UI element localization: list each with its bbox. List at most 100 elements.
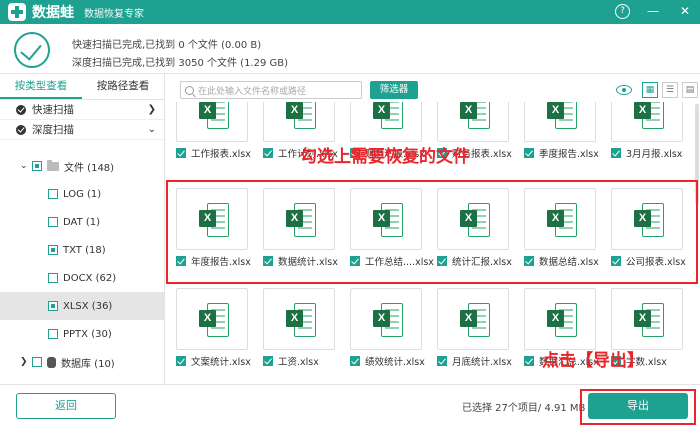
file-checkbox[interactable] bbox=[263, 356, 273, 366]
logo-icon bbox=[8, 3, 26, 21]
tab-by-type[interactable]: 按类型查看 bbox=[0, 74, 82, 99]
quick-scan-label: 快速扫描 bbox=[32, 104, 74, 116]
file-checkbox[interactable] bbox=[350, 356, 360, 366]
tab-by-path[interactable]: 按路径查看 bbox=[82, 74, 164, 99]
filter-button[interactable]: 筛选器 bbox=[370, 81, 418, 99]
file-item[interactable]: X 工资.xlsx bbox=[263, 288, 349, 368]
log-checkbox[interactable] bbox=[48, 189, 58, 199]
database-checkbox[interactable] bbox=[32, 357, 42, 367]
eye-icon[interactable] bbox=[616, 85, 632, 95]
deep-scan-label: 深度扫描 bbox=[32, 124, 74, 136]
tree-node-docx[interactable]: DOCX (62) bbox=[0, 264, 164, 292]
file-thumbnail[interactable]: X bbox=[350, 102, 422, 142]
check-icon bbox=[16, 124, 26, 135]
app-logo: 数据蛙 数据恢复专家 bbox=[8, 2, 144, 22]
chevron-down-icon[interactable]: ⌄ bbox=[148, 124, 156, 135]
tree-node-files[interactable]: ⌄ 文件 (148) bbox=[0, 152, 164, 180]
tree-node-xlsx[interactable]: XLSX (36) bbox=[0, 292, 164, 320]
chevron-right-icon[interactable]: ❯ bbox=[148, 104, 156, 115]
deep-scan-row[interactable]: 深度扫描 ⌄ bbox=[0, 120, 164, 140]
file-name: 月底统计.xlsx bbox=[452, 357, 512, 368]
tree-node-txt[interactable]: TXT (18) bbox=[0, 236, 164, 264]
file-item[interactable]: X 季度报告.xlsx bbox=[524, 102, 610, 160]
file-thumbnail[interactable]: X bbox=[176, 102, 248, 142]
excel-file-icon: X bbox=[286, 303, 316, 337]
file-item[interactable]: X 文案统计.xlsx bbox=[176, 288, 262, 368]
close-icon[interactable]: ✕ bbox=[676, 2, 694, 20]
folder-icon bbox=[47, 159, 59, 171]
file-item[interactable]: X 工作报表.xlsx bbox=[176, 102, 262, 160]
file-name: 绩效统计.xlsx bbox=[365, 357, 425, 368]
file-checkbox[interactable] bbox=[176, 148, 186, 158]
excel-file-icon: X bbox=[373, 303, 403, 337]
search-icon bbox=[185, 85, 194, 95]
scan-status: 快速扫描已完成,已找到 0 个文件 (0.00 B) 深度扫描已完成,已找到 3… bbox=[0, 24, 700, 74]
tree-label: DAT (1) bbox=[63, 216, 101, 228]
file-name: 工作报表.xlsx bbox=[191, 149, 251, 160]
deep-scan-status: 深度扫描已完成,已找到 3050 个文件 (1.29 GB) bbox=[72, 58, 289, 69]
file-name: 3月月报.xlsx bbox=[626, 149, 683, 160]
docx-checkbox[interactable] bbox=[48, 273, 58, 283]
help-icon[interactable]: ? bbox=[615, 3, 630, 19]
quick-scan-status: 快速扫描已完成,已找到 0 个文件 (0.00 B) bbox=[72, 40, 262, 51]
tree-node-pptx[interactable]: PPTX (30) bbox=[0, 320, 164, 348]
file-checkbox[interactable] bbox=[437, 356, 447, 366]
database-icon bbox=[47, 356, 56, 368]
quick-scan-row[interactable]: 快速扫描 ❯ bbox=[0, 100, 164, 120]
pptx-checkbox[interactable] bbox=[48, 329, 58, 339]
file-thumbnail[interactable]: X bbox=[437, 102, 509, 142]
expand-arrow-icon[interactable]: ❯ bbox=[20, 357, 32, 367]
dat-checkbox[interactable] bbox=[48, 217, 58, 227]
tree-node-dat[interactable]: DAT (1) bbox=[0, 208, 164, 236]
file-checkbox[interactable] bbox=[524, 356, 534, 366]
list-view-icon[interactable]: ☰ bbox=[662, 82, 678, 98]
file-thumbnail[interactable]: X bbox=[611, 288, 683, 350]
file-thumbnail[interactable]: X bbox=[263, 288, 335, 350]
file-checkbox[interactable] bbox=[263, 148, 273, 158]
file-item[interactable]: X 月底统计.xlsx bbox=[437, 288, 523, 368]
selected-files-highlight bbox=[166, 180, 698, 284]
excel-file-icon: X bbox=[199, 102, 229, 129]
file-toolbar: 在此处输入文件名称或路径 筛选器 ▦ ☰ ▤ bbox=[166, 78, 700, 102]
tree-label: XLSX (36) bbox=[63, 300, 113, 312]
excel-file-icon: X bbox=[634, 102, 664, 129]
excel-file-icon: X bbox=[634, 303, 664, 337]
file-thumbnail[interactable]: X bbox=[524, 288, 596, 350]
file-thumbnail[interactable]: X bbox=[263, 102, 335, 142]
file-thumbnail[interactable]: X bbox=[350, 288, 422, 350]
detail-view-icon[interactable]: ▤ bbox=[682, 82, 698, 98]
file-thumbnail[interactable]: X bbox=[176, 288, 248, 350]
tree-node-database[interactable]: ❯ 数据库 (10) bbox=[0, 348, 164, 376]
file-item[interactable]: X 3月月报.xlsx bbox=[611, 102, 697, 160]
file-thumbnail[interactable]: X bbox=[437, 288, 509, 350]
file-thumbnail[interactable]: X bbox=[524, 102, 596, 142]
excel-file-icon: X bbox=[460, 303, 490, 337]
grid-view-icon[interactable]: ▦ bbox=[642, 82, 658, 98]
minimize-icon[interactable]: — bbox=[644, 2, 662, 20]
excel-file-icon: X bbox=[373, 102, 403, 129]
app-name: 数据蛙 bbox=[32, 5, 74, 21]
search-input[interactable]: 在此处输入文件名称或路径 bbox=[180, 81, 362, 99]
tree-node-log[interactable]: LOG (1) bbox=[0, 180, 164, 208]
txt-checkbox[interactable] bbox=[48, 245, 58, 255]
file-name: 文案统计.xlsx bbox=[191, 357, 251, 368]
file-checkbox[interactable] bbox=[176, 356, 186, 366]
check-icon bbox=[16, 104, 26, 115]
scan-complete-check-icon bbox=[14, 32, 50, 68]
back-button[interactable]: 返回 bbox=[16, 393, 116, 419]
file-checkbox[interactable] bbox=[524, 148, 534, 158]
selection-info: 已选择 27个项目/ 4.91 MB bbox=[462, 403, 586, 414]
xlsx-checkbox[interactable] bbox=[48, 301, 58, 311]
file-item[interactable]: X 绩效统计.xlsx bbox=[350, 288, 436, 368]
excel-file-icon: X bbox=[547, 303, 577, 337]
sidebar: 按类型查看 按路径查看 快速扫描 ❯ 深度扫描 ⌄ ⌄ 文件 (148) LOG… bbox=[0, 74, 165, 384]
export-button-highlight bbox=[580, 389, 696, 425]
file-thumbnail[interactable]: X bbox=[611, 102, 683, 142]
excel-file-icon: X bbox=[460, 102, 490, 129]
expand-arrow-icon[interactable]: ⌄ bbox=[20, 161, 32, 171]
file-checkbox[interactable] bbox=[611, 148, 621, 158]
tree-label: PPTX (30) bbox=[63, 328, 112, 340]
files-checkbox[interactable] bbox=[32, 161, 42, 171]
file-name: 季度报告.xlsx bbox=[539, 149, 599, 160]
excel-file-icon: X bbox=[547, 102, 577, 129]
